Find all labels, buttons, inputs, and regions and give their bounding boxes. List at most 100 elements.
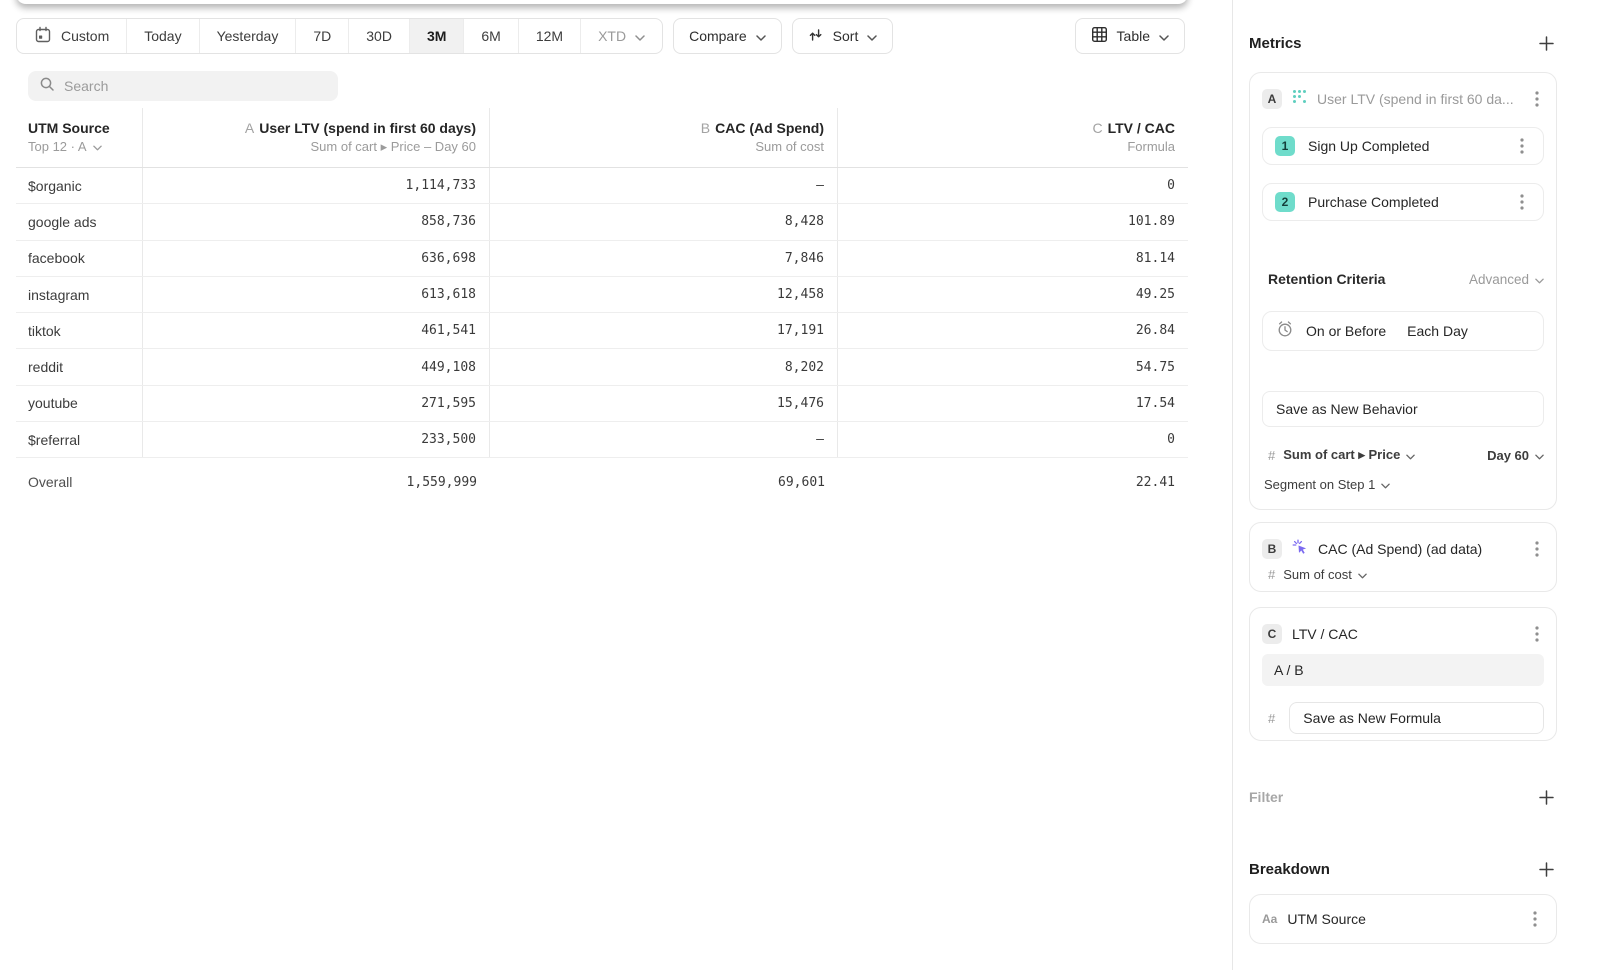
sort-arrows-icon xyxy=(808,27,824,46)
day-window-dropdown[interactable]: Day 60 xyxy=(1487,448,1544,463)
metric-a-name[interactable]: User LTV (spend in first 60 da... xyxy=(1317,91,1518,107)
column-header-cac[interactable]: BCAC (Ad Spend) Sum of cost xyxy=(490,108,838,167)
step-menu-button[interactable] xyxy=(1513,136,1531,156)
chevron-down-icon xyxy=(1535,272,1544,287)
date-range-6m[interactable]: 6M xyxy=(464,19,518,53)
cell-ltv-cac: 0 xyxy=(838,168,1188,203)
save-formula-row: # Save as New Formula xyxy=(1268,702,1544,734)
table-row[interactable]: $organic 1,114,733 – 0 xyxy=(16,168,1188,204)
date-range-7d[interactable]: 7D xyxy=(296,19,349,53)
metrics-title: Metrics xyxy=(1249,35,1302,52)
table-row[interactable]: reddit 449,108 8,202 54.75 xyxy=(16,349,1188,385)
view-type-button[interactable]: Table xyxy=(1075,18,1185,54)
date-range-label: 3M xyxy=(427,28,446,44)
column-header-utm-source[interactable]: UTM Source Top 12 · A xyxy=(16,108,143,167)
table-row[interactable]: instagram 613,618 12,458 49.25 xyxy=(16,277,1188,313)
metric-a-badge: A xyxy=(1262,89,1282,109)
table-row[interactable]: google ads 858,736 8,428 101.89 xyxy=(16,204,1188,240)
cell-cac: 8,428 xyxy=(490,204,838,239)
sort-button[interactable]: Sort xyxy=(792,18,894,54)
formula-input[interactable]: A / B xyxy=(1262,654,1544,686)
retention-condition-label[interactable]: On or Before xyxy=(1306,323,1386,339)
column-subtitle: Top 12 · A xyxy=(28,138,87,156)
cell-ltv-cac: 101.89 xyxy=(838,204,1188,239)
metric-b-header[interactable]: B CAC (Ad Spend) (ad data) xyxy=(1262,535,1546,563)
step-number-badge: 1 xyxy=(1275,136,1295,156)
chevron-down-icon xyxy=(867,28,877,44)
plus-icon xyxy=(1539,862,1554,877)
date-range-3m-selected[interactable]: 3M xyxy=(410,19,464,53)
number-type-icon: # xyxy=(1268,567,1275,582)
funnel-step-1[interactable]: 1 Sign Up Completed xyxy=(1262,127,1544,165)
breakdown-item-utm-source[interactable]: Aa UTM Source xyxy=(1249,894,1557,944)
funnel-step-2[interactable]: 2 Purchase Completed xyxy=(1262,183,1544,221)
search-icon xyxy=(39,76,55,97)
funnel-steps-icon xyxy=(1292,89,1307,109)
metric-b-name[interactable]: CAC (Ad Spend) (ad data) xyxy=(1318,541,1518,557)
date-range-xtd[interactable]: XTD xyxy=(581,19,662,53)
compare-button[interactable]: Compare xyxy=(673,18,782,54)
config-sidebar: Metrics A User LTV (spend in first 60 da… xyxy=(1232,0,1600,970)
alarm-clock-icon xyxy=(1276,320,1294,343)
property-dropdown[interactable]: Sum of cost xyxy=(1283,567,1367,582)
date-range-custom[interactable]: Custom xyxy=(17,19,127,53)
results-table: UTM Source Top 12 · A AUser LTV (spend i… xyxy=(16,108,1188,499)
add-metric-button[interactable] xyxy=(1535,32,1557,54)
retention-mode-label: Advanced xyxy=(1469,272,1529,287)
column-header-user-ltv[interactable]: AUser LTV (spend in first 60 days) Sum o… xyxy=(143,108,490,167)
table-row[interactable]: tiktok 461,541 17,191 26.84 xyxy=(16,313,1188,349)
cell-cac: 8,202 xyxy=(490,349,838,384)
column-header-ltv-cac[interactable]: CLTV / CAC Formula xyxy=(838,108,1188,167)
table-row[interactable]: $referral 233,500 – 0 xyxy=(16,422,1188,458)
retention-behavior-row[interactable]: On or Before Each Day xyxy=(1262,311,1544,351)
kebab-icon xyxy=(1520,138,1524,154)
metric-c-header[interactable]: C LTV / CAC xyxy=(1262,620,1546,648)
metric-a-menu-button[interactable] xyxy=(1528,89,1546,109)
metric-c-menu-button[interactable] xyxy=(1528,624,1546,644)
date-range-label: 12M xyxy=(536,28,563,44)
number-type-icon: # xyxy=(1268,711,1275,726)
table-row[interactable]: youtube 271,595 15,476 17.54 xyxy=(16,386,1188,422)
table-row[interactable]: facebook 636,698 7,846 81.14 xyxy=(16,241,1188,277)
date-range-yesterday[interactable]: Yesterday xyxy=(200,19,297,53)
date-range-today[interactable]: Today xyxy=(127,19,199,53)
row-label: $referral xyxy=(16,422,143,457)
breakdown-title: Breakdown xyxy=(1249,861,1330,878)
save-as-new-formula-button[interactable]: Save as New Formula xyxy=(1289,702,1544,734)
breakdown-menu-button[interactable] xyxy=(1526,909,1544,929)
metric-c-name[interactable]: LTV / CAC xyxy=(1292,626,1518,642)
text-type-icon: Aa xyxy=(1262,912,1277,926)
row-label: $organic xyxy=(16,168,143,203)
retention-period-label[interactable]: Each Day xyxy=(1407,323,1468,339)
date-range-30d[interactable]: 30D xyxy=(349,19,410,53)
metric-a-header[interactable]: A User LTV (spend in first 60 da... xyxy=(1262,85,1546,113)
cell-user-ltv: 271,595 xyxy=(143,386,490,421)
date-range-12m[interactable]: 12M xyxy=(519,19,581,53)
add-breakdown-button[interactable] xyxy=(1535,858,1557,880)
cell-ltv-cac: 54.75 xyxy=(838,349,1188,384)
plus-icon xyxy=(1539,790,1554,805)
cursor-click-icon xyxy=(1292,539,1308,560)
date-range-label: Yesterday xyxy=(217,28,279,44)
add-filter-button[interactable] xyxy=(1535,786,1557,808)
metric-card-c: C LTV / CAC A / B # Save as New Formula xyxy=(1249,607,1557,741)
date-range-label: Today xyxy=(144,28,181,44)
search-input[interactable] xyxy=(64,78,327,94)
compare-label: Compare xyxy=(689,28,747,44)
metric-b-menu-button[interactable] xyxy=(1528,539,1546,559)
cell-ltv-cac: 17.54 xyxy=(838,386,1188,421)
column-title: UTM Source xyxy=(28,119,110,138)
retention-advanced-dropdown[interactable]: Advanced xyxy=(1469,272,1544,287)
step-label: Sign Up Completed xyxy=(1308,138,1500,154)
metrics-section-header: Metrics xyxy=(1249,32,1557,54)
chevron-down-icon[interactable] xyxy=(93,138,102,156)
step-menu-button[interactable] xyxy=(1513,192,1531,212)
save-as-new-behavior-button[interactable]: Save as New Behavior xyxy=(1262,391,1544,427)
save-behavior-label: Save as New Behavior xyxy=(1276,401,1418,417)
toolbar: Custom Today Yesterday 7D 30D 3M 6M 12M … xyxy=(16,18,1185,54)
cell-cac: 7,846 xyxy=(490,241,838,276)
segment-dropdown[interactable]: Segment on Step 1 xyxy=(1264,477,1390,492)
property-dropdown[interactable]: Sum of cart ▸ Price xyxy=(1283,447,1415,463)
chevron-down-icon xyxy=(1159,28,1169,44)
breakdown-section-header: Breakdown xyxy=(1249,858,1557,880)
